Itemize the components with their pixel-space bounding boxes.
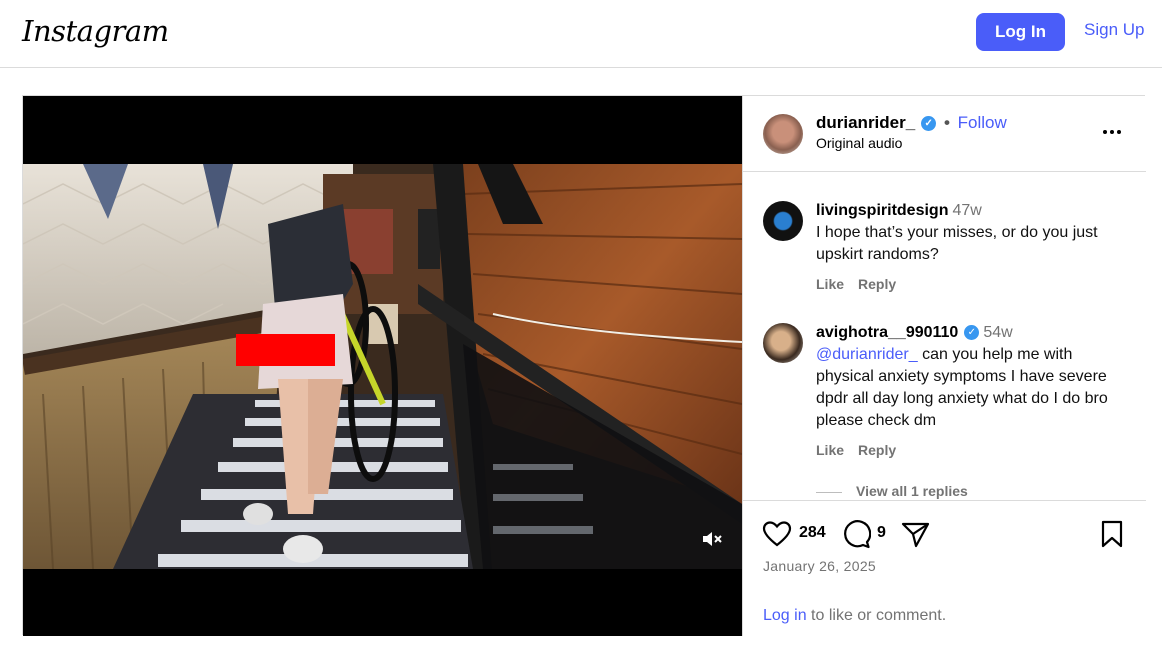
comment-reply-button[interactable]: Reply <box>858 442 896 458</box>
author-line: durianrider_ ✓ • Follow <box>816 113 1007 133</box>
heart-icon[interactable] <box>762 519 792 549</box>
bookmark-icon[interactable] <box>1097 519 1127 549</box>
signup-link[interactable]: Sign Up <box>1084 20 1144 40</box>
post-side-panel: durianrider_ ✓ • Follow Original audio li… <box>742 96 1146 636</box>
comment-timestamp[interactable]: 47w <box>952 202 981 219</box>
separator-dot: • <box>943 113 950 132</box>
login-to-like-link[interactable]: Log in <box>763 607 807 624</box>
comment-body: avighotra__990110 ✓ 54w @durianrider_ can … <box>816 322 1131 432</box>
instagram-logo[interactable]: Instagram <box>22 14 169 48</box>
comment-actions: Like Reply <box>816 442 910 458</box>
share-icon[interactable] <box>900 519 930 549</box>
comment-mention-link[interactable]: @durianrider_ <box>816 346 918 363</box>
commenter-avatar[interactable] <box>763 201 803 241</box>
follow-button[interactable]: Follow <box>958 113 1007 132</box>
comment-timestamp[interactable]: 54w <box>983 324 1012 341</box>
comments-count[interactable]: 9 <box>877 524 886 542</box>
comment-like-button[interactable]: Like <box>816 276 844 292</box>
post-date[interactable]: January 26, 2025 <box>763 558 876 574</box>
login-prompt: Log in to like or comment. <box>763 607 946 625</box>
commenter-avatar[interactable] <box>763 323 803 363</box>
audio-label[interactable]: Original audio <box>816 135 902 151</box>
comment-username[interactable]: avighotra__990110 <box>816 324 958 341</box>
post-actions-bar: 284 9 January 26, 2025 Log in to like or… <box>743 500 1146 636</box>
post-container: durianrider_ ✓ • Follow Original audio li… <box>22 95 1146 636</box>
view-replies-button[interactable]: View all 1 replies <box>816 483 968 499</box>
comments-list[interactable]: livingspiritdesign 47w I hope that’s your… <box>743 173 1146 500</box>
comment-body: livingspiritdesign 47w I hope that’s your… <box>816 200 1131 266</box>
comment-actions: Like Reply <box>816 276 910 292</box>
video-still-image <box>23 164 742 569</box>
top-navbar: Instagram Log In Sign Up <box>0 0 1162 68</box>
video-player[interactable] <box>23 96 742 636</box>
login-button[interactable]: Log In <box>976 13 1065 51</box>
replies-divider-line <box>816 491 842 493</box>
verified-badge-icon: ✓ <box>921 116 937 132</box>
login-prompt-text: to like or comment. <box>806 607 947 624</box>
comment-like-button[interactable]: Like <box>816 442 844 458</box>
author-username[interactable]: durianrider_ <box>816 113 915 132</box>
view-replies-label[interactable]: View all 1 replies <box>856 483 968 499</box>
author-avatar[interactable] <box>763 114 803 154</box>
verified-badge-icon: ✓ <box>964 325 980 341</box>
comment-username[interactable]: livingspiritdesign <box>816 202 948 219</box>
video-frame[interactable] <box>23 164 742 569</box>
comment-text: I hope that’s your misses, or do you jus… <box>816 224 1098 263</box>
comment-reply-button[interactable]: Reply <box>858 276 896 292</box>
muted-speaker-icon[interactable] <box>698 526 724 552</box>
comment-icon[interactable] <box>841 519 871 549</box>
likes-count[interactable]: 284 <box>799 524 826 542</box>
post-header: durianrider_ ✓ • Follow Original audio <box>743 96 1146 172</box>
more-options-icon[interactable] <box>1101 124 1123 140</box>
